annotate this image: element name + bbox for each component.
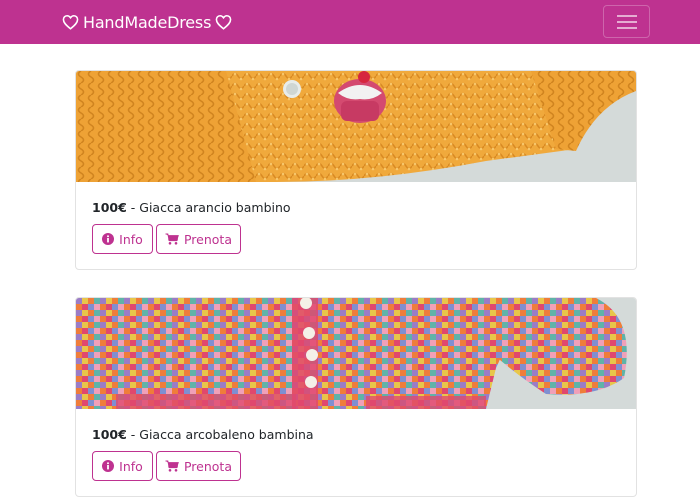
info-circle-icon [102, 233, 115, 245]
title-separator: - [126, 200, 140, 215]
brand-name: HandMadeDress [83, 12, 212, 32]
navbar: HandMadeDress [0, 0, 700, 44]
heart-icon [215, 14, 232, 30]
info-circle-icon [102, 460, 115, 472]
product-title: 100€ - Giacca arcobaleno bambina [92, 427, 314, 442]
info-button-label: Info [119, 458, 143, 474]
hamburger-icon [617, 21, 637, 23]
product-card: 100€ - Giacca arcobaleno bambina Info Pr… [75, 297, 637, 497]
book-button[interactable]: Prenota [156, 224, 241, 254]
shopping-cart-icon [165, 233, 179, 245]
info-button[interactable]: Info [92, 224, 153, 254]
book-button-label: Prenota [183, 458, 232, 474]
info-button-label: Info [119, 231, 143, 247]
navbar-toggler-button[interactable] [603, 5, 650, 38]
product-price: 100€ [92, 200, 127, 215]
heart-icon [62, 14, 79, 30]
book-button[interactable]: Prenota [156, 451, 241, 481]
product-title: 100€ - Giacca arancio bambino [92, 200, 291, 215]
shopping-cart-icon [165, 460, 179, 472]
hamburger-icon [617, 27, 637, 29]
product-card: 100€ - Giacca arancio bambino Info Preno… [75, 70, 637, 270]
product-image [76, 71, 636, 182]
hamburger-icon [617, 15, 637, 17]
product-image [76, 298, 636, 409]
title-separator: - [126, 427, 140, 442]
info-button[interactable]: Info [92, 451, 153, 481]
product-name: Giacca arancio bambino [139, 200, 291, 215]
book-button-label: Prenota [183, 231, 232, 247]
brand-link[interactable]: HandMadeDress [62, 11, 232, 33]
product-name: Giacca arcobaleno bambina [139, 427, 314, 442]
product-price: 100€ [92, 427, 127, 442]
